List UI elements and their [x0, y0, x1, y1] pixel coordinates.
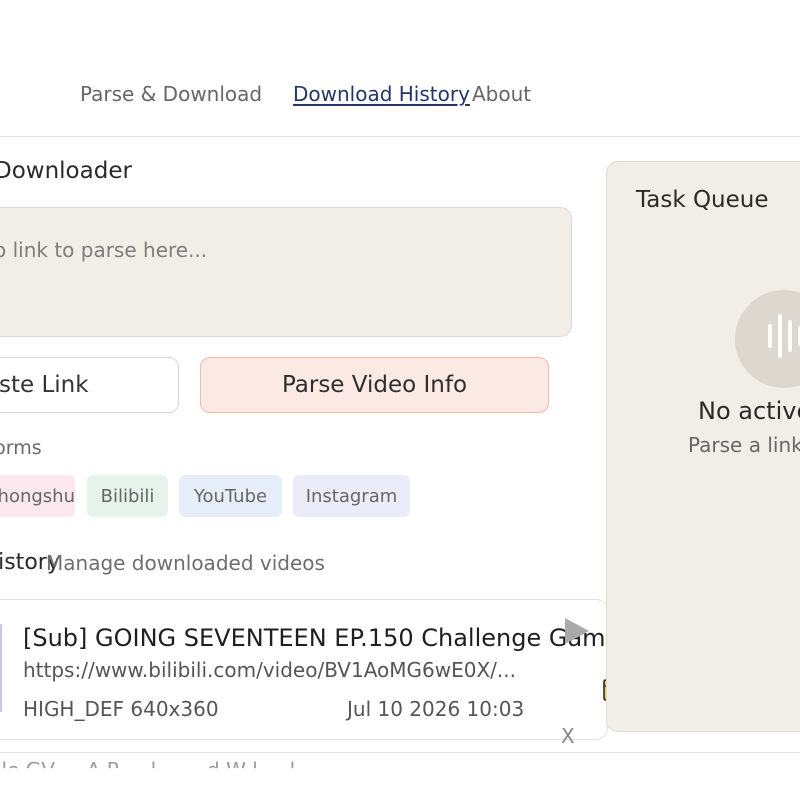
paste-link-button[interactable]: ste Link — [0, 357, 179, 413]
platform-chip-instagram: Instagram — [293, 475, 410, 517]
nav-download-history[interactable]: Download History — [293, 82, 470, 106]
downloader-title: Downloader — [0, 158, 132, 184]
top-bar — [0, 0, 800, 65]
queue-empty-title: No active — [698, 397, 800, 425]
platform-chip-youtube: YouTube — [179, 475, 282, 517]
parse-video-info-button[interactable]: Parse Video Info — [200, 357, 549, 413]
history-item-url: https://www.bilibili.com/video/BV1AoMG6w… — [23, 658, 516, 682]
history-item-quality: HIGH_DEF 640x360 — [23, 697, 219, 721]
platform-chip-xiaohongshu: hongshu — [0, 475, 75, 517]
divider — [0, 752, 800, 753]
link-input-placeholder: o link to parse here... — [0, 238, 208, 262]
queue-empty-hint: Parse a link — [688, 433, 800, 457]
task-queue-title: Task Queue — [636, 187, 769, 213]
play-icon[interactable] — [563, 617, 591, 645]
history-subtitle: Manage downloaded videos — [46, 551, 325, 575]
link-input[interactable] — [0, 207, 572, 337]
parse-video-info-label: Parse Video Info — [281, 372, 468, 398]
remove-item-button[interactable]: X — [561, 724, 575, 748]
platform-chip-bilibili: Bilibili — [87, 475, 168, 517]
audio-bars-icon — [768, 312, 800, 364]
paste-link-label: ste Link — [0, 372, 89, 398]
history-item-date: Jul 10 2026 10:03 — [347, 697, 525, 721]
nav-parse-download[interactable]: Parse & Download — [80, 82, 262, 106]
platforms-label: tforms — [0, 437, 42, 459]
nav-about[interactable]: About — [472, 82, 531, 106]
thumbnail-edge — [0, 624, 2, 712]
next-history-item-partial: ile GV ... A P ... l ... ...d W-l ... l — [0, 758, 296, 782]
